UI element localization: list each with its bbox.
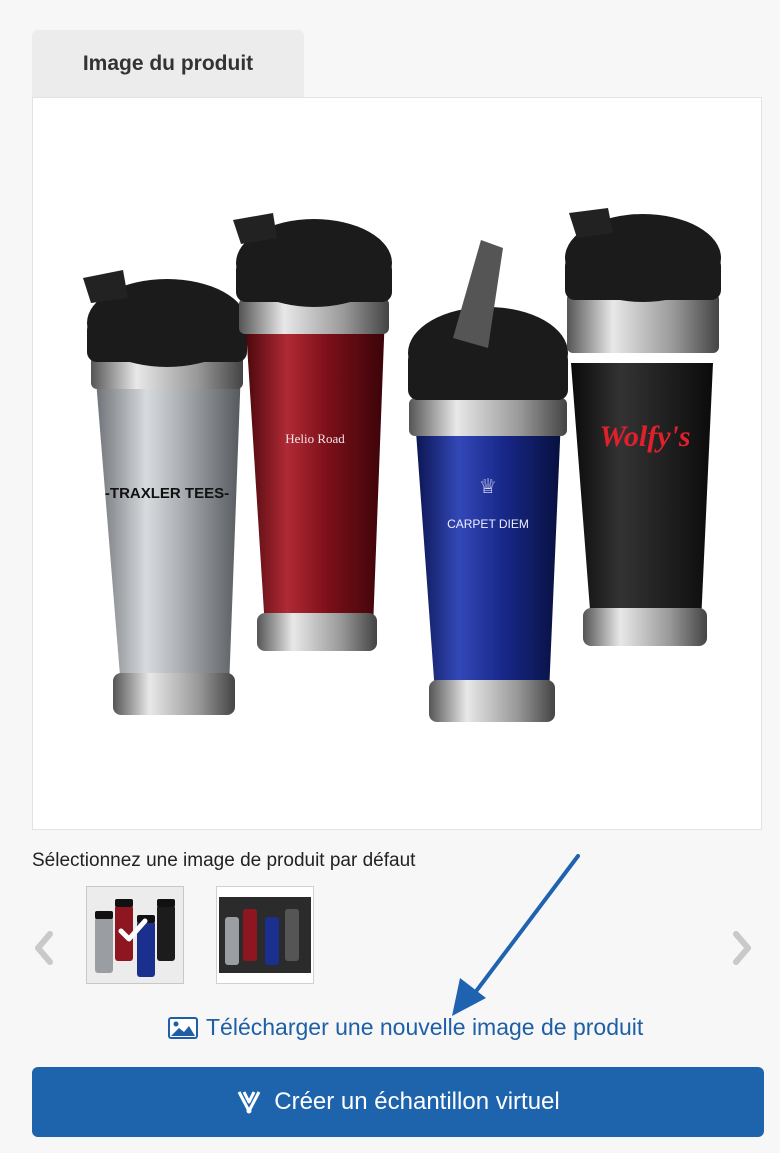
chevron-right-icon[interactable]	[730, 928, 754, 968]
thumbnail-image	[219, 897, 311, 973]
thumbnail-image	[95, 899, 175, 977]
upload-label: Télécharger une nouvelle image de produi…	[206, 1014, 644, 1040]
chevron-left-icon[interactable]	[32, 928, 56, 968]
tab-product-image[interactable]: Image du produit	[32, 30, 304, 98]
create-virtual-sample-button[interactable]: Créer un échantillon virtuel	[32, 1067, 764, 1137]
thumbnail-selected[interactable]	[86, 886, 184, 984]
tumbler-blue: ♕ CARPET DIEM	[408, 240, 568, 722]
create-virtual-sample-label: Créer un échantillon virtuel	[274, 1088, 560, 1115]
image-icon	[168, 1016, 198, 1039]
tumbler-black: Wolfy's	[565, 208, 721, 646]
tumbler-print: -TRAXLER TEES-	[105, 485, 229, 502]
default-image-label: Sélectionnez une image de produit par dé…	[32, 850, 416, 871]
tumbler-silver: -TRAXLER TEES-	[83, 270, 247, 715]
tumbler-print: Helio Road	[285, 431, 345, 446]
product-image: -TRAXLER TEES- Helio Road ♕ CARPET DIEM	[83, 208, 721, 722]
annotation-arrow	[452, 854, 580, 1016]
virtual-sample-icon	[237, 1091, 261, 1114]
tumbler-red: Helio Road	[233, 213, 392, 651]
upload-image-link[interactable]: Télécharger une nouvelle image de produi…	[168, 1014, 643, 1041]
product-image-panel: -TRAXLER TEES- Helio Road ♕ CARPET DIEM	[32, 97, 762, 830]
tumbler-print: Wolfy's	[599, 420, 690, 453]
tumbler-print: CARPET DIEM	[447, 517, 529, 531]
svg-text:♕: ♕	[479, 474, 497, 498]
tab-label: Image du produit	[82, 52, 254, 75]
thumbnail-alt[interactable]	[216, 886, 314, 984]
